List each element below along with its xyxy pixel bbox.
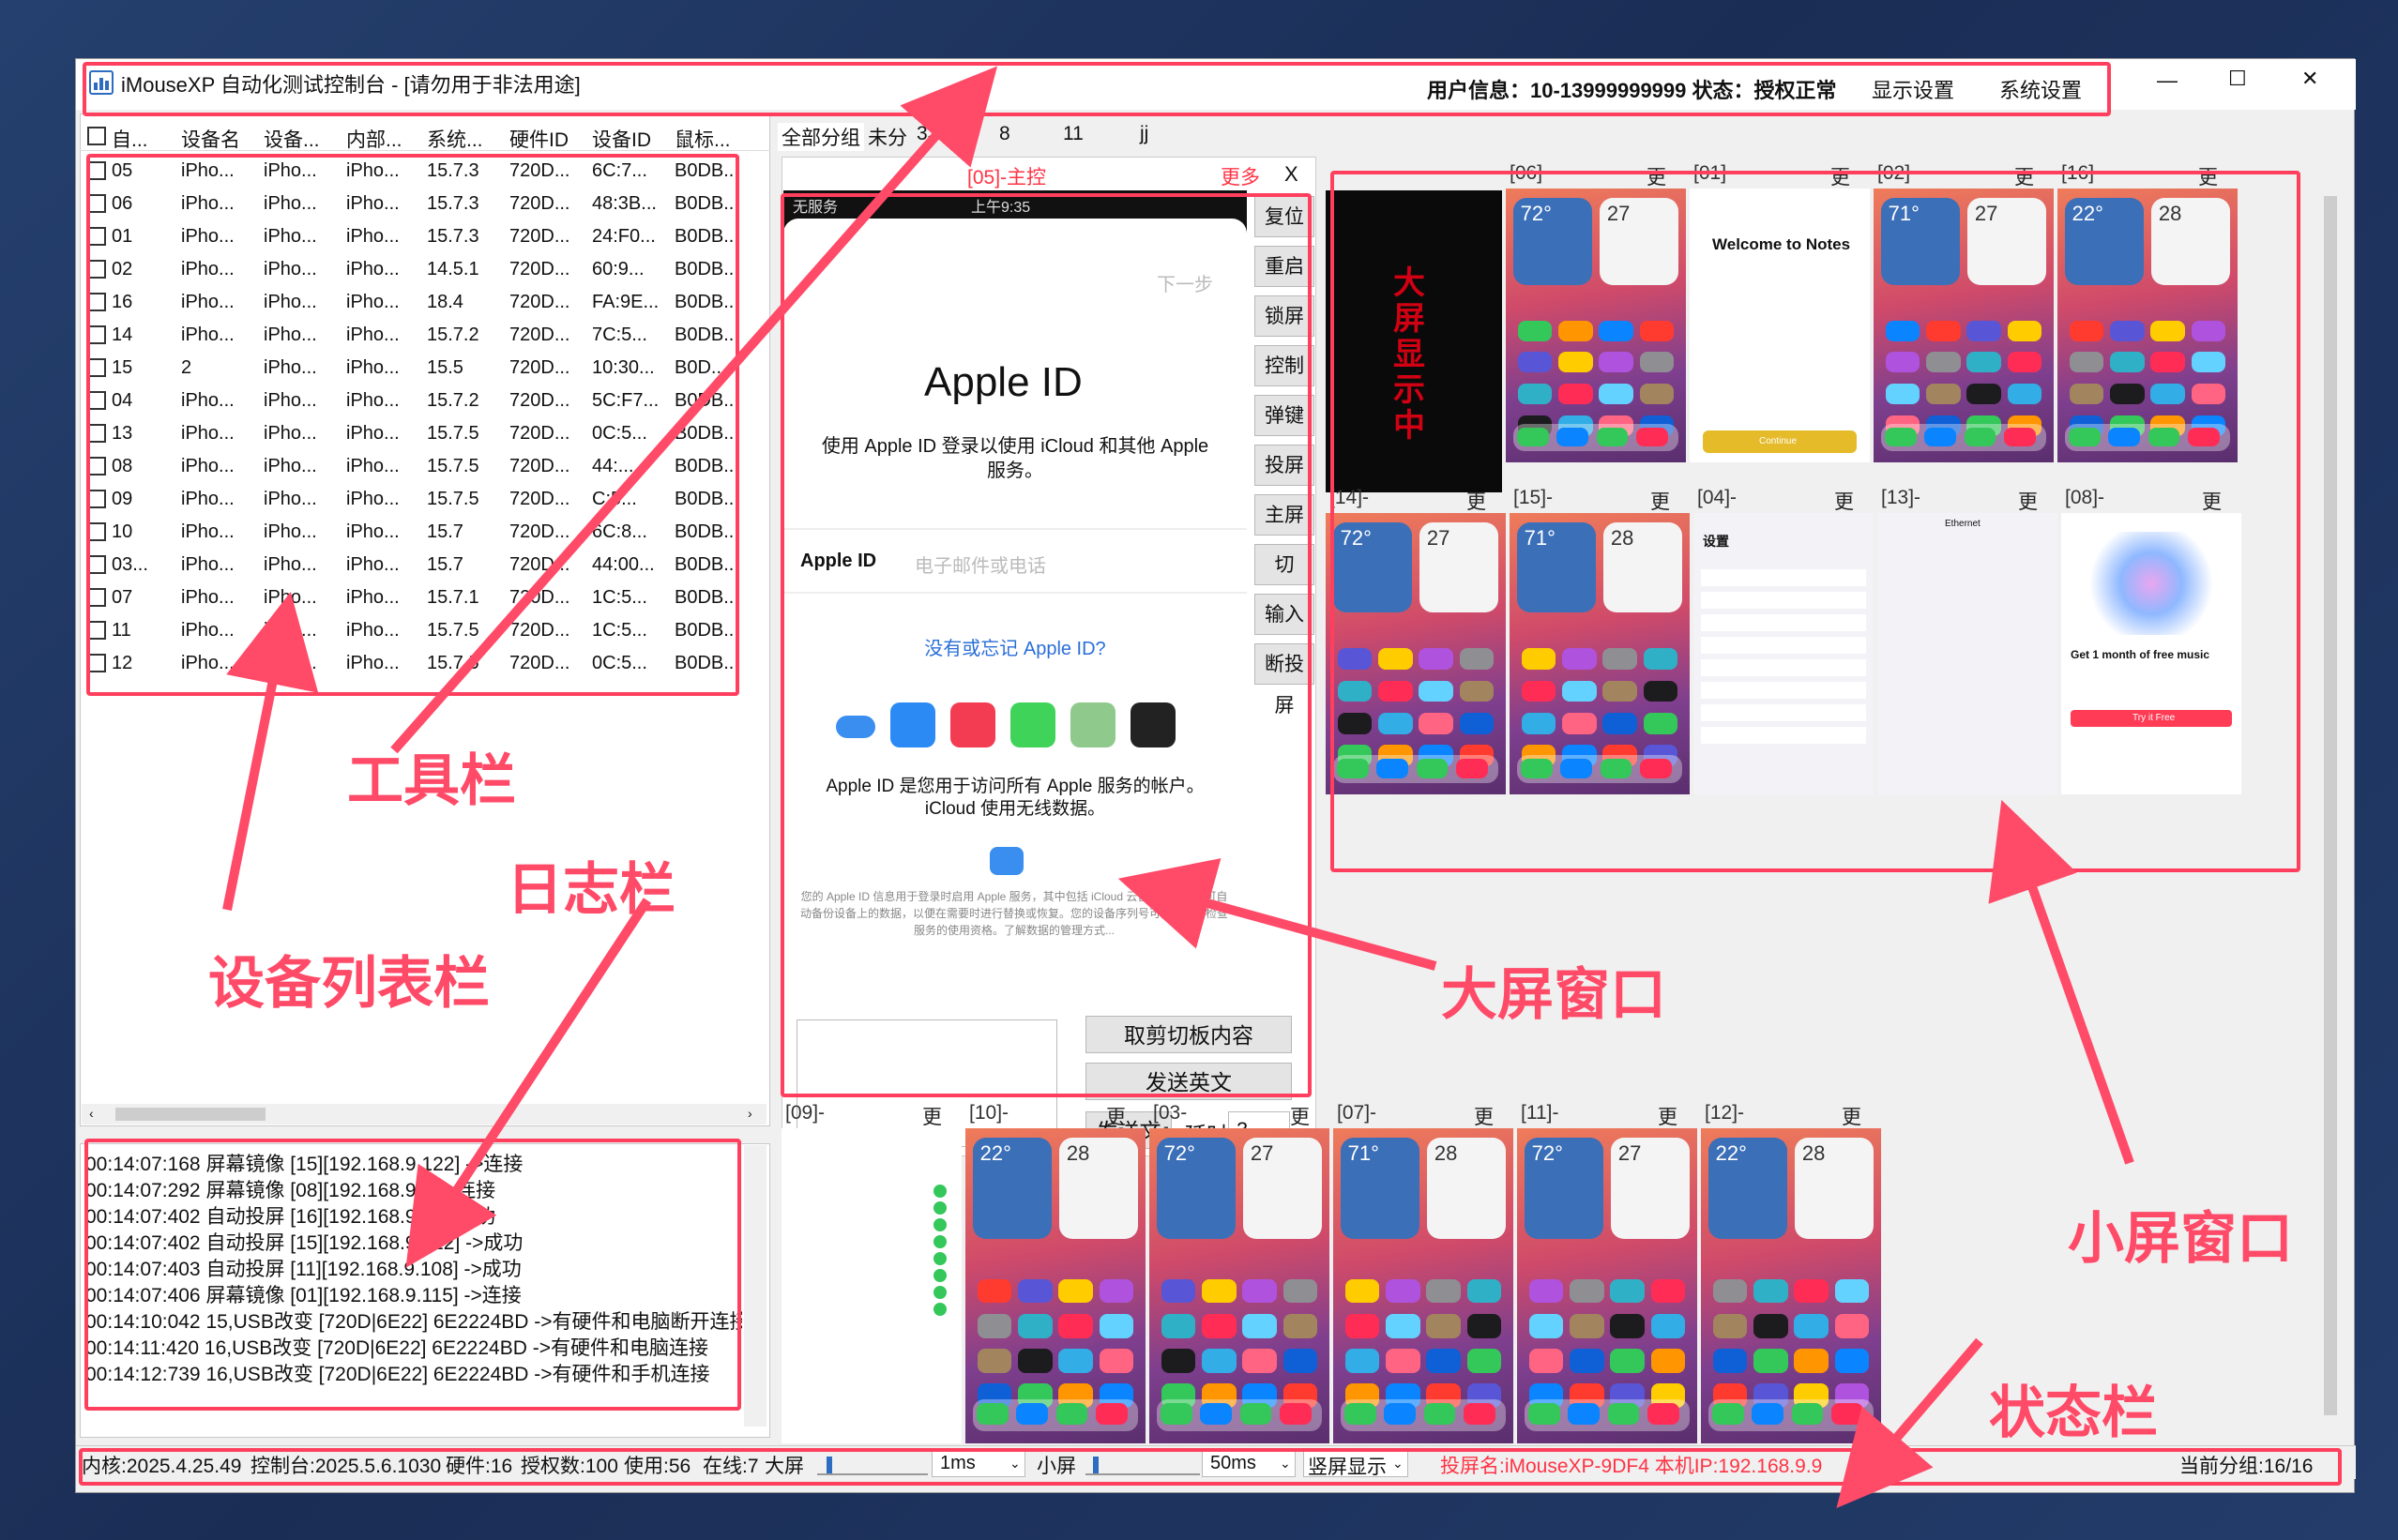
annotation-status-label: 状态栏 [1989, 1381, 2158, 1444]
arrow-device-list [222, 591, 319, 911]
arrow-toolbar [390, 66, 998, 754]
annotation-big-window-label: 大屏窗口 [1441, 963, 1666, 1026]
annotation-device-list-label: 设备列表栏 [208, 952, 490, 1015]
annotation-toolbar-label: 工具栏 [347, 749, 516, 812]
arrow-big-window [1117, 858, 1437, 971]
annotation-log-label: 日志栏 [507, 858, 675, 921]
arrow-status [1836, 1337, 1983, 1508]
annotation-small-window-label: 小屏窗口 [2068, 1207, 2293, 1270]
arrow-small-window [1988, 799, 2134, 1165]
